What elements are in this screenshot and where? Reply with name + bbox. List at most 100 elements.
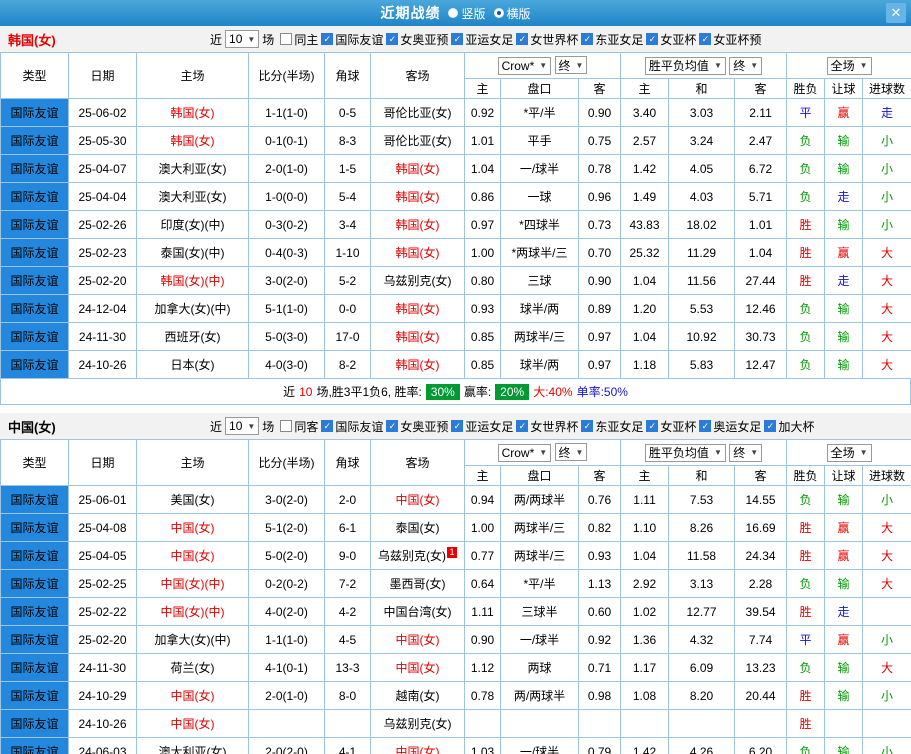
match-date: 25-02-26 [68,210,137,239]
home-team: 美国(女) [136,485,249,514]
checkbox-checked-icon[interactable]: ✓ [386,420,399,432]
filter-checkbox-女奥亚预[interactable]: ✓ 女奥亚预 [386,31,448,48]
handicap-odds-home: 0.64 [464,569,501,598]
home-team: 中国(女)(中) [136,569,249,598]
checkbox-checked-icon[interactable]: ✓ [321,420,334,432]
filter-checkbox-女奥亚预[interactable]: ✓ 女奥亚预 [386,418,448,435]
filter-checkbox-女世界杯[interactable]: ✓ 女世界杯 [516,418,578,435]
filter-checkbox-女亚杯预[interactable]: ✓ 女亚杯预 [699,31,761,48]
checkbox-checked-icon[interactable]: ✓ [321,33,334,45]
match-count-select[interactable]: 10 ▼ [225,30,260,48]
filter-checkbox-东亚女足[interactable]: ✓ 东亚女足 [581,31,643,48]
euro-odds-home: 1.02 [620,597,670,626]
euro-odds-away: 30.73 [734,322,788,351]
col-header-date: 日期 [68,439,137,486]
checkbox-checked-icon[interactable]: ✓ [581,420,594,432]
unit-label: 场 [262,419,275,434]
handicap-odds-away: 0.75 [577,126,622,155]
scope-select[interactable]: 全场 ▼ [826,443,872,462]
filter-checkbox-亚运女足[interactable]: ✓ 亚运女足 [451,418,513,435]
home-team: 中国(女) [136,541,249,570]
euro-odds-away: 1.04 [734,238,788,267]
home-team: 泰国(女)(中) [136,238,249,267]
filter-checkbox-加大杯[interactable]: ✓ 加大杯 [764,418,814,435]
match-date: 25-02-23 [68,238,137,267]
result-goals: 大 [862,350,911,379]
result-wdl: 胜 [786,541,826,570]
home-team: 澳大利亚(女) [136,737,249,754]
filter-checkbox-亚运女足[interactable]: ✓ 亚运女足 [451,31,513,48]
filter-checkbox-同客[interactable]: 同客 [280,418,318,435]
filter-checkbox-国际友谊[interactable]: ✓ 国际友谊 [321,31,383,48]
home-team: 加拿大(女)(中) [136,294,249,323]
corner-score: 13-3 [324,653,371,682]
match-type: 国际友谊 [0,709,69,738]
checkbox-checked-icon[interactable]: ✓ [699,33,712,45]
match-count-value: 10 [229,32,243,46]
corner-score: 4-1 [324,737,371,754]
unit-label: 场 [262,32,275,47]
filter-checkbox-国际友谊[interactable]: ✓ 国际友谊 [321,418,383,435]
result-handicap: 赢 [824,513,864,542]
checkbox-checked-icon[interactable]: ✓ [646,33,659,45]
filter-checkbox-奥运女足[interactable]: ✓ 奥运女足 [699,418,761,435]
europe-odds-select[interactable]: 胜平负均值 ▼ [644,56,726,75]
col-header-home: 主场 [136,52,249,99]
euro-odds-draw: 8.20 [668,681,736,710]
close-button[interactable]: ✕ [886,3,906,23]
match-date: 24-10-29 [68,681,137,710]
radio-vertical-layout[interactable]: 竖版 [448,5,486,22]
handicap-odds-away: 0.98 [577,681,622,710]
checkbox-checked-icon[interactable]: ✓ [699,420,712,432]
result-handicap: 输 [824,737,864,754]
away-team: 韩国(女) [370,210,465,239]
filter-checkbox-东亚女足[interactable]: ✓ 东亚女足 [581,418,643,435]
odds-time-select[interactable]: 终 ▼ [554,56,588,75]
result-handicap: 赢 [824,541,864,570]
match-type: 国际友谊 [0,597,69,626]
odds-company-select[interactable]: Crow* ▼ [497,443,552,462]
checkbox-checked-icon[interactable]: ✓ [451,420,464,432]
europe-odds-select[interactable]: 胜平负均值 ▼ [644,443,726,462]
away-team: 韩国(女) [370,294,465,323]
filter-checkbox-女亚杯[interactable]: ✓ 女亚杯 [646,31,696,48]
checkbox-checked-icon[interactable]: ✓ [451,33,464,45]
handicap-odds-home: 0.85 [464,350,501,379]
checkbox-checked-icon[interactable]: ✓ [516,420,529,432]
match-row: 国际友谊 25-02-20 加拿大(女)(中) 1-1(1-0) 4-5 中国(女) 0.9… [0,625,911,654]
score: 4-1(0-1) [248,653,325,682]
filter-row: 中国(女) 近 10 ▼ 场 同客 ✓ 国际友谊 ✓ 女奥亚预 ✓ 亚运女足 ✓ 女世界杯 ✓ 东亚女… [0,413,911,439]
home-team: 中国(女)(中) [136,597,249,626]
filter-checkbox-女亚杯[interactable]: ✓ 女亚杯 [646,418,696,435]
checkbox-unchecked-icon[interactable] [280,420,293,432]
checkbox-checked-icon[interactable]: ✓ [386,33,399,45]
away-team: 乌兹别克(女) [370,266,465,295]
checkbox-checked-icon[interactable]: ✓ [646,420,659,432]
filter-checkbox-同主[interactable]: 同主 [280,31,318,48]
away-team: 韩国(女) [370,322,465,351]
europe-time-select[interactable]: 终 ▼ [729,56,763,75]
corner-score: 5-4 [324,182,371,211]
odds-time-select[interactable]: 终 ▼ [554,443,588,462]
handicap-odds-away: 0.71 [577,653,622,682]
radio-selected-icon [493,8,504,18]
checkbox-label: 女亚杯 [660,32,697,47]
score: 1-0(0-0) [248,182,325,211]
checkbox-checked-icon[interactable]: ✓ [516,33,529,45]
checkbox-unchecked-icon[interactable] [280,33,293,45]
euro-odds-away: 6.20 [734,737,788,754]
result-wdl: 负 [786,322,826,351]
summary-part: 赢率: [463,385,492,399]
filter-checkbox-女世界杯[interactable]: ✓ 女世界杯 [516,31,578,48]
radio-horizontal-layout[interactable]: 横版 [493,5,531,22]
away-team: 中国(女) [370,737,465,754]
match-count-select[interactable]: 10 ▼ [225,417,260,435]
chevron-down-icon: ▼ [713,61,722,70]
scope-select[interactable]: 全场 ▼ [826,56,872,75]
euro-odds-home [620,709,670,738]
europe-time-select[interactable]: 终 ▼ [729,443,763,462]
checkbox-checked-icon[interactable]: ✓ [764,420,777,432]
away-team: 泰国(女) [370,513,465,542]
odds-company-select[interactable]: Crow* ▼ [497,56,552,75]
checkbox-checked-icon[interactable]: ✓ [581,33,594,45]
